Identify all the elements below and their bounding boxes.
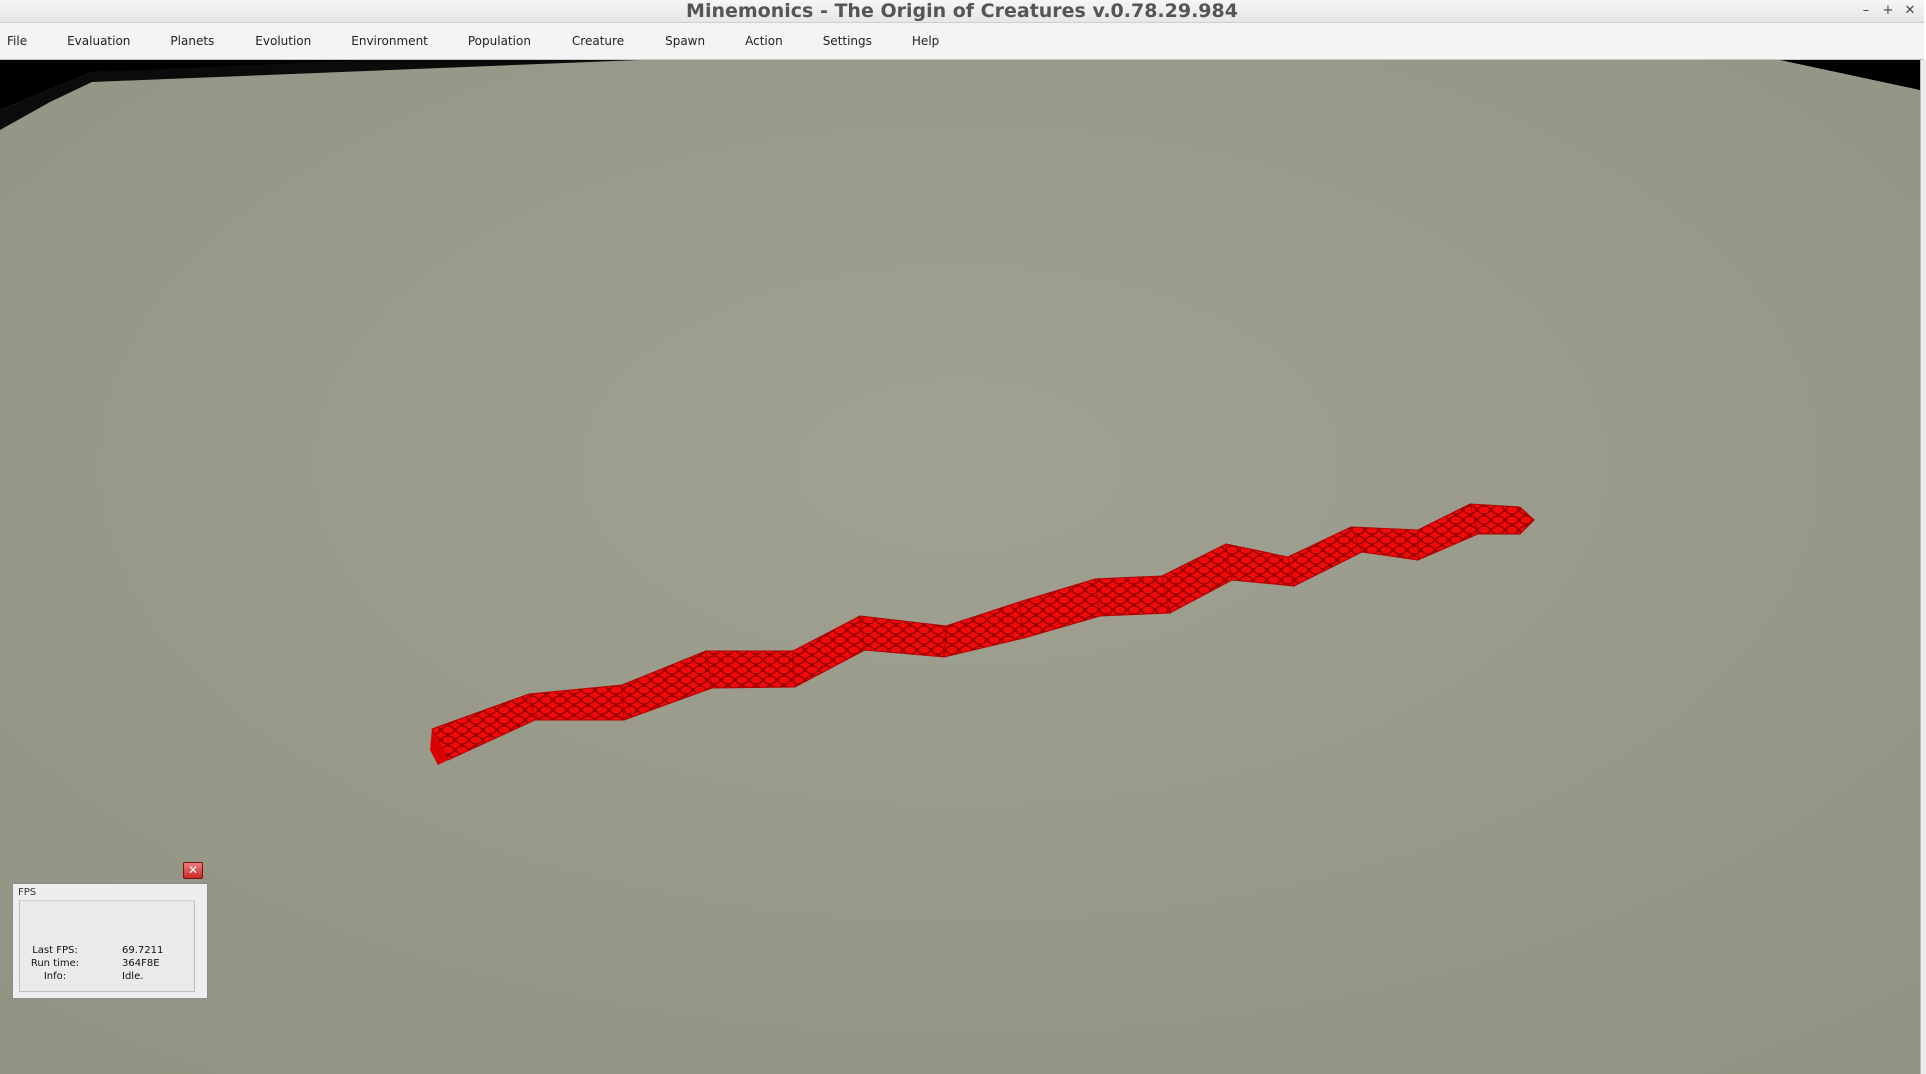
window-title: Minemonics - The Origin of Creatures v.0… [686, 0, 1238, 22]
fps-label: Run time: [30, 958, 80, 969]
fps-panel[interactable]: FPS Last FPS: 69.7211 Run time: 364F8E I… [12, 883, 208, 999]
fps-row-run-time: Run time: 364F8E [20, 958, 196, 971]
title-bar[interactable]: Minemonics - The Origin of Creatures v.0… [0, 0, 1924, 23]
creature-segment [1094, 575, 1171, 617]
render-viewport[interactable] [0, 60, 1920, 1074]
ground-plane [0, 60, 1920, 1074]
window-controls: – + ✕ [1860, 0, 1916, 22]
app-root: Minemonics - The Origin of Creatures v.0… [0, 0, 1926, 1074]
fps-row-last-fps: Last FPS: 69.7211 [20, 945, 196, 958]
close-icon[interactable]: ✕ [1904, 4, 1916, 18]
fps-value: 69.7211 [122, 945, 164, 956]
main-window: Minemonics - The Origin of Creatures v.0… [0, 0, 1926, 1074]
menu-population[interactable]: Population [468, 23, 531, 59]
menu-environment[interactable]: Environment [351, 23, 428, 59]
fps-label: Info: [43, 971, 67, 982]
menu-action[interactable]: Action [745, 23, 783, 59]
creature-segment [705, 650, 796, 689]
fps-value: Idle. [122, 971, 144, 982]
menu-file[interactable]: File [7, 23, 27, 59]
menu-settings[interactable]: Settings [823, 23, 872, 59]
fps-value: 364F8E [122, 958, 160, 969]
menu-help[interactable]: Help [912, 23, 939, 59]
maximize-icon[interactable]: + [1882, 4, 1894, 18]
menu-evaluation[interactable]: Evaluation [67, 23, 130, 59]
fps-panel-title: FPS [18, 887, 37, 898]
menu-bar: File Evaluation Planets Evolution Enviro… [0, 23, 1924, 60]
fps-panel-body: Last FPS: 69.7211 Run time: 364F8E Info:… [19, 900, 195, 992]
window-border-right [1920, 60, 1926, 1074]
fps-label: Last FPS: [32, 945, 78, 956]
menu-evolution[interactable]: Evolution [255, 23, 311, 59]
minimize-icon[interactable]: – [1860, 4, 1872, 18]
scene-svg [0, 60, 1920, 1074]
menu-creature[interactable]: Creature [572, 23, 624, 59]
menu-spawn[interactable]: Spawn [665, 23, 705, 59]
fps-row-info: Info: Idle. [20, 971, 196, 984]
fps-panel-close-icon[interactable]: ✕ [183, 862, 203, 879]
menu-planets[interactable]: Planets [170, 23, 214, 59]
